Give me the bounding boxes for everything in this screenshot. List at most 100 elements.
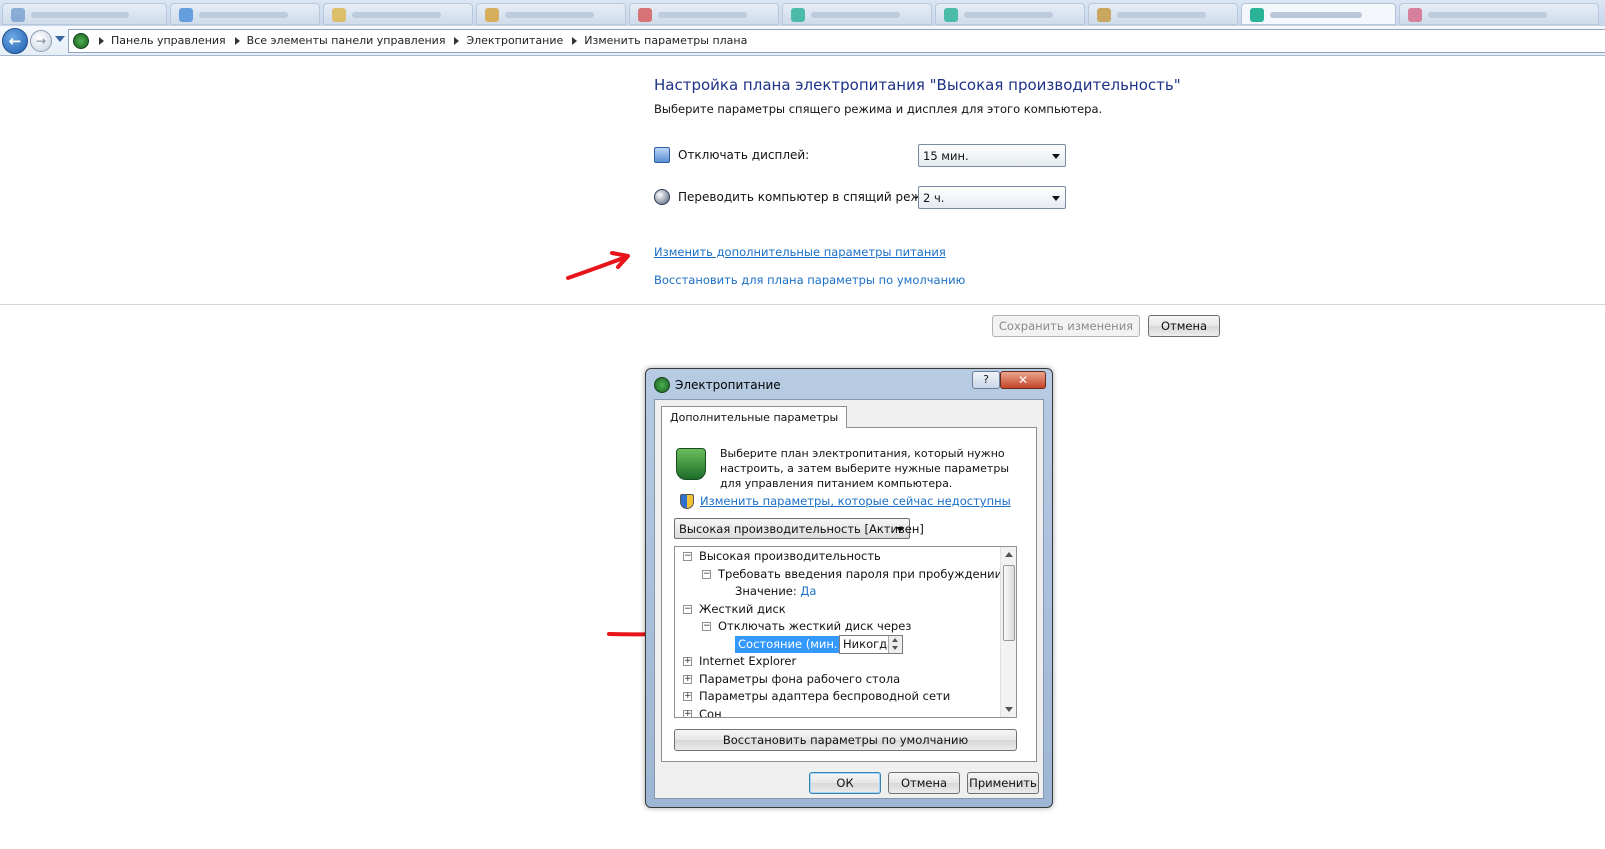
power-options-icon — [654, 377, 670, 393]
spin-buttons[interactable] — [888, 636, 902, 653]
uac-shield-icon — [680, 494, 694, 509]
tab-favicon-icon — [485, 8, 499, 22]
tree-item-label: Отключать жесткий диск через — [718, 619, 912, 633]
dialog-title: Электропитание — [675, 378, 781, 392]
tree-item-label: Жесткий диск — [699, 602, 786, 616]
save-changes-button[interactable]: Сохранить изменения — [992, 315, 1140, 337]
tab-advanced-settings[interactable]: Дополнительные параметры — [661, 406, 848, 428]
breadcrumb-field[interactable]: Панель управления Все элементы панели уп… — [68, 29, 1605, 53]
display-off-select[interactable]: 15 мин. — [918, 144, 1066, 167]
scroll-thumb[interactable] — [1003, 565, 1015, 641]
expand-icon[interactable]: + — [683, 692, 692, 701]
tab-favicon-icon — [11, 8, 25, 22]
tree-item-internet-explorer[interactable]: + Internet Explorer — [683, 653, 796, 670]
browser-tab[interactable] — [323, 3, 473, 25]
scroll-up-icon[interactable] — [1005, 552, 1013, 557]
tree-item-sleep[interactable]: + Сон — [683, 706, 722, 718]
value-label: Значение: — [735, 584, 797, 598]
power-plan-value: Высокая производительность [Активен] — [679, 522, 924, 536]
browser-tab[interactable] — [1399, 3, 1599, 25]
help-button[interactable]: ? — [972, 371, 1000, 389]
tree-item-label: Параметры адаптера беспроводной сети — [699, 689, 951, 703]
address-bar: ← → Панель управления Все элементы панел… — [0, 26, 1605, 56]
close-button[interactable]: ✕ — [1000, 371, 1046, 389]
advanced-settings-link[interactable]: Изменить дополнительные параметры питани… — [654, 245, 946, 259]
breadcrumb-item[interactable]: Электропитание — [466, 34, 563, 47]
back-arrow-icon[interactable]: ← — [2, 28, 28, 54]
spin-up-icon[interactable] — [892, 638, 898, 642]
tree-item-value[interactable]: Значение: Да — [735, 583, 816, 600]
dialog-cancel-button[interactable]: Отмена — [888, 772, 960, 794]
tree-item-require-password[interactable]: − Требовать введения пароля при пробужде… — [702, 566, 1002, 583]
browser-tab[interactable] — [1088, 3, 1238, 25]
collapse-icon[interactable]: − — [702, 622, 711, 631]
breadcrumb: Панель управления Все элементы панели уп… — [95, 34, 747, 47]
chevron-down-icon — [896, 527, 904, 532]
spin-down-icon[interactable] — [892, 646, 898, 650]
breadcrumb-separator-icon[interactable] — [572, 36, 578, 45]
sleep-select[interactable]: 2 ч. — [918, 186, 1066, 209]
value-link[interactable]: Да — [800, 584, 816, 598]
display-off-value: 15 мин. — [923, 149, 969, 163]
tab-favicon-icon — [1250, 8, 1264, 22]
tree-item-turn-off-disk[interactable]: − Отключать жесткий диск через — [702, 618, 911, 635]
divider — [0, 304, 1605, 305]
page-subtitle: Выберите параметры спящего режима и дисп… — [654, 102, 1103, 116]
change-unavailable-settings-link[interactable]: Изменить параметры, которые сейчас недос… — [700, 494, 1011, 508]
expand-icon[interactable]: + — [683, 710, 692, 717]
browser-tab[interactable] — [2, 3, 167, 25]
power-plan-icon — [676, 448, 706, 480]
recent-pages-dropdown-icon[interactable] — [55, 36, 65, 42]
tree-item-label: Параметры фона рабочего стола — [699, 672, 901, 686]
sleep-value: 2 ч. — [923, 191, 945, 205]
dialog-description: Выберите план электропитания, который ну… — [720, 447, 1010, 490]
tree-item-wireless-adapter[interactable]: + Параметры адаптера беспроводной сети — [683, 688, 950, 705]
browser-tab[interactable] — [782, 3, 932, 25]
annotation-arrow-icon — [566, 251, 630, 280]
breadcrumb-separator-icon[interactable] — [454, 36, 460, 45]
restore-defaults-button[interactable]: Восстановить параметры по умолчанию — [674, 729, 1017, 751]
browser-tab-strip — [0, 0, 1605, 26]
collapse-icon[interactable]: − — [702, 570, 711, 579]
scroll-down-icon[interactable] — [1005, 707, 1013, 712]
tree-scrollbar[interactable] — [1000, 547, 1016, 717]
display-off-label: Отключать дисплей: — [678, 148, 810, 162]
breadcrumb-item[interactable]: Изменить параметры плана — [584, 34, 747, 47]
forward-arrow-icon[interactable]: → — [30, 30, 52, 52]
breadcrumb-item[interactable]: Панель управления — [111, 34, 226, 47]
settings-tree: − Высокая производительность − Требовать… — [674, 546, 1017, 718]
breadcrumb-separator-icon[interactable] — [99, 36, 104, 45]
state-minutes-stepper[interactable]: Никогда — [839, 635, 903, 654]
power-plan-select[interactable]: Высокая производительность [Активен] — [674, 518, 924, 539]
chevron-down-icon — [1052, 154, 1060, 159]
breadcrumb-separator-icon[interactable] — [234, 36, 240, 45]
power-options-dialog: Электропитание ? ✕ Дополнительные параме… — [645, 368, 1053, 808]
page-title: Настройка плана электропитания "Высокая … — [654, 76, 1181, 94]
tab-favicon-icon — [332, 8, 346, 22]
sleep-label: Переводить компьютер в спящий режим: — [678, 190, 943, 204]
collapse-icon[interactable]: − — [683, 552, 692, 561]
browser-tab[interactable] — [170, 3, 320, 25]
collapse-icon[interactable]: − — [683, 605, 692, 614]
tree-item-label: Сон — [699, 707, 722, 718]
breadcrumb-item[interactable]: Все элементы панели управления — [247, 34, 446, 47]
cancel-button[interactable]: Отмена — [1148, 315, 1220, 337]
tab-favicon-icon — [638, 8, 652, 22]
browser-tab[interactable] — [476, 3, 626, 25]
tab-panel: Выберите план электропитания, который ну… — [661, 427, 1037, 762]
browser-tab-active[interactable] — [1241, 3, 1396, 25]
browser-tab[interactable] — [629, 3, 779, 25]
expand-icon[interactable]: + — [683, 675, 692, 684]
expand-icon[interactable]: + — [683, 657, 692, 666]
tree-item-label: Internet Explorer — [699, 654, 797, 668]
tree-item-label: Высокая производительность — [699, 549, 881, 563]
apply-button[interactable]: Применить — [967, 772, 1039, 794]
tree-item-hard-disk[interactable]: − Жесткий диск — [683, 601, 786, 618]
ok-button[interactable]: ОК — [809, 772, 881, 794]
tab-favicon-icon — [944, 8, 958, 22]
tree-item-high-performance[interactable]: − Высокая производительность — [683, 548, 881, 565]
browser-tab[interactable] — [935, 3, 1085, 25]
restore-defaults-link[interactable]: Восстановить для плана параметры по умол… — [654, 273, 965, 287]
tree-item-desktop-background[interactable]: + Параметры фона рабочего стола — [683, 671, 900, 688]
display-icon — [654, 147, 670, 163]
